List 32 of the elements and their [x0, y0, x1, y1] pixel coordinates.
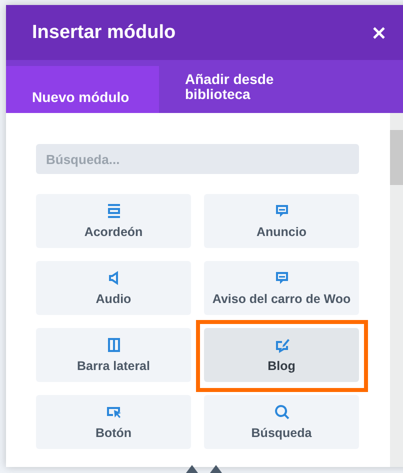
scrollbar[interactable] — [390, 113, 403, 467]
caret-icon — [210, 465, 222, 473]
search-field[interactable]: Búsqueda... — [36, 144, 359, 174]
module-card[interactable]: Anuncio — [204, 194, 359, 248]
message-icon — [274, 270, 290, 286]
module-label: Botón — [95, 426, 132, 440]
edit-icon — [274, 337, 290, 353]
module-label: Blog — [268, 359, 296, 373]
module-card[interactable]: Acordeón — [36, 194, 191, 248]
module-card[interactable]: Blog — [204, 328, 359, 382]
module-label: Audio — [96, 292, 132, 306]
module-label: Barra lateral — [77, 359, 150, 373]
module-label: Acordeón — [84, 225, 143, 239]
module-card[interactable]: Aviso del carro de Woo — [204, 261, 359, 315]
module-card[interactable]: Audio — [36, 261, 191, 315]
module-label: Anuncio — [256, 225, 306, 239]
module-label: Búsqueda — [251, 426, 312, 440]
scrollbar-thumb[interactable] — [390, 130, 403, 185]
message-icon — [274, 203, 290, 219]
module-label: Aviso del carro de Woo — [212, 292, 351, 306]
sidebar-icon — [106, 337, 122, 353]
module-card[interactable]: Botón — [36, 395, 191, 449]
caret-icon — [186, 465, 198, 473]
tab[interactable]: Nuevo módulo — [6, 66, 159, 113]
cursor-icon — [106, 404, 122, 420]
window-title: Insertar módulo — [32, 22, 176, 44]
tab[interactable]: Añadir desde biblioteca — [159, 60, 339, 113]
module-card[interactable]: Barra lateral — [36, 328, 191, 382]
accordion-icon — [106, 203, 122, 219]
search-icon — [274, 404, 290, 420]
module-card[interactable]: Búsqueda — [204, 395, 359, 449]
close-icon[interactable] — [371, 24, 387, 40]
